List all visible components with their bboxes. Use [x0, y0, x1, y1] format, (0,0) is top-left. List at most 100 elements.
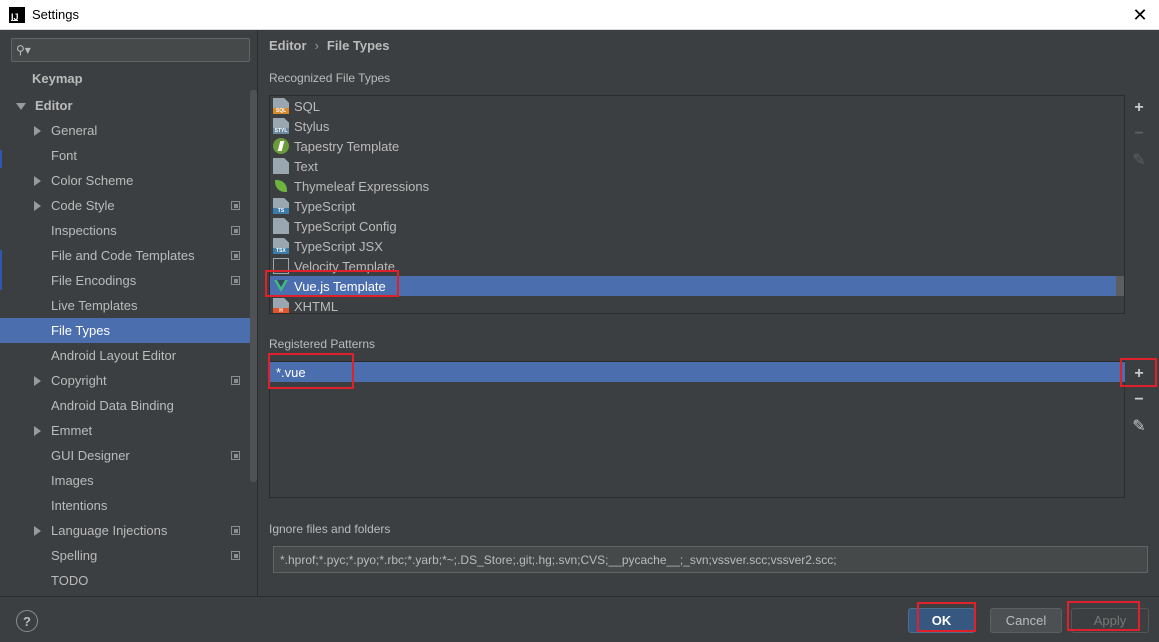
file-type-row[interactable]: TypeScript [270, 196, 1116, 216]
project-settings-icon [231, 226, 240, 235]
sidebar-item-editor[interactable]: Editor [0, 93, 250, 118]
vue-icon [273, 278, 289, 294]
sidebar-item-code-style[interactable]: Code Style [0, 193, 250, 218]
breadcrumb: Editor › File Types [269, 38, 390, 53]
expand-right-icon[interactable] [34, 526, 41, 536]
window-title: Settings [32, 7, 79, 22]
sidebar-scrollbar[interactable] [250, 90, 257, 482]
sidebar-item-todo[interactable]: TODO [0, 568, 250, 593]
file-type-row[interactable]: Tapestry Template [270, 136, 1116, 156]
add-pattern-button[interactable]: + [1128, 363, 1150, 385]
file-type-label: Stylus [294, 118, 330, 134]
apply-button[interactable]: Apply [1071, 608, 1149, 633]
sidebar-item-label: Intentions [51, 498, 108, 513]
expand-right-icon[interactable] [34, 201, 41, 211]
pattern-row[interactable]: *.vue [270, 362, 1125, 382]
sidebar-item-general[interactable]: General [0, 118, 250, 143]
sidebar-item-live-templates[interactable]: Live Templates [0, 293, 250, 318]
project-settings-icon [231, 451, 240, 460]
sidebar-item-label: Code Style [51, 198, 115, 213]
file-type-row[interactable]: Thymeleaf Expressions [270, 176, 1116, 196]
sidebar-item-label: Spelling [51, 548, 98, 563]
project-settings-icon [231, 251, 240, 260]
project-settings-icon [231, 551, 240, 560]
project-settings-icon [231, 376, 240, 385]
sidebar-item-copyright[interactable]: Copyright [0, 368, 250, 393]
project-settings-icon [231, 201, 240, 210]
expand-down-icon[interactable] [16, 103, 26, 110]
file-type-row[interactable]: Text [270, 156, 1116, 176]
sidebar-item-emmet[interactable]: Emmet [0, 418, 250, 443]
title-bar: IJ Settings ✕ [0, 0, 1159, 30]
file-type-label: XHTML [294, 298, 339, 314]
breadcrumb-current: File Types [326, 38, 390, 53]
sidebar-item-label: Copyright [51, 373, 107, 388]
sidebar-item-gui-designer[interactable]: GUI Designer [0, 443, 250, 468]
project-settings-icon [231, 276, 240, 285]
remove-file-type-button[interactable]: − [1128, 123, 1150, 145]
file-type-row[interactable]: XHTML [270, 296, 1116, 314]
settings-search[interactable]: ⚲▾ [11, 38, 250, 62]
sidebar-item-file-encodings[interactable]: File Encodings [0, 268, 250, 293]
sidebar-item-label: GUI Designer [51, 448, 130, 463]
file-type-label: Text [294, 158, 318, 174]
sidebar-item-label: Inspections [51, 223, 117, 238]
window-edge-accent [0, 150, 2, 168]
typescript-jsx-icon [273, 238, 289, 254]
sidebar-item-android-data-binding[interactable]: Android Data Binding [0, 393, 250, 418]
sidebar-item-label: Language Injections [51, 523, 168, 538]
text-file-icon [273, 158, 289, 174]
help-button[interactable]: ? [16, 610, 38, 632]
remove-pattern-button[interactable]: − [1128, 389, 1150, 411]
registered-patterns-label: Registered Patterns [269, 337, 376, 351]
file-type-label: SQL [294, 98, 321, 114]
sidebar-item-color-scheme[interactable]: Color Scheme [0, 168, 250, 193]
search-input[interactable] [34, 43, 249, 57]
sidebar-item-label: Android Data Binding [51, 398, 174, 413]
expand-right-icon[interactable] [34, 126, 41, 136]
sidebar-item-keymap[interactable]: Keymap [0, 66, 250, 91]
file-type-row[interactable]: SQL [270, 96, 1116, 116]
edit-pattern-button[interactable]: ✎ [1128, 415, 1150, 437]
cancel-button[interactable]: Cancel [990, 608, 1062, 633]
sidebar-item-file-and-code-templates[interactable]: File and Code Templates [0, 243, 250, 268]
patterns-toolbar: + − ✎ [1124, 363, 1154, 441]
add-file-type-button[interactable]: + [1128, 97, 1150, 119]
sidebar-item-images[interactable]: Images [0, 468, 250, 493]
app-icon-text: IJ [11, 11, 19, 22]
file-types-scrollbar[interactable] [1116, 276, 1124, 296]
sidebar-item-spelling[interactable]: Spelling [0, 543, 250, 568]
close-icon[interactable]: ✕ [1129, 4, 1151, 26]
intellij-app-icon: IJ [9, 6, 25, 23]
ok-button[interactable]: OK [908, 608, 975, 633]
file-type-row[interactable]: TypeScript Config [270, 216, 1116, 236]
tapestry-icon [273, 138, 289, 154]
sidebar-item-inspections[interactable]: Inspections [0, 218, 250, 243]
xhtml-file-icon [273, 298, 289, 313]
ignore-files-field[interactable]: *.hprof;*.pyc;*.pyo;*.rbc;*.yarb;*~;.DS_… [273, 546, 1148, 573]
window-edge-accent [0, 250, 2, 290]
dialog-button-bar: ? OK Cancel Apply [0, 596, 1159, 642]
ignore-files-label: Ignore files and folders [269, 522, 391, 536]
sidebar-item-label: Keymap [32, 71, 83, 86]
sidebar-item-language-injections[interactable]: Language Injections [0, 518, 250, 543]
project-settings-icon [231, 526, 240, 535]
sidebar-item-label: File Encodings [51, 273, 137, 288]
expand-right-icon[interactable] [34, 376, 41, 386]
file-type-row[interactable]: Velocity Template [270, 256, 1116, 276]
sidebar-item-font[interactable]: Font [0, 143, 250, 168]
sidebar-item-label: Live Templates [51, 298, 138, 313]
sidebar-item-intentions[interactable]: Intentions [0, 493, 250, 518]
sidebar-item-label: Font [51, 148, 78, 163]
sidebar-item-android-layout-editor[interactable]: Android Layout Editor [0, 343, 250, 368]
expand-right-icon[interactable] [34, 176, 41, 186]
file-type-row[interactable]: Vue.js Template [270, 276, 1116, 296]
file-type-row[interactable]: Stylus [270, 116, 1116, 136]
settings-tree: Keymap Editor General Font Color Scheme Code … [0, 66, 250, 596]
breadcrumb-parent[interactable]: Editor [269, 38, 307, 53]
file-type-row[interactable]: TypeScript JSX [270, 236, 1116, 256]
sidebar-item-label: Editor [35, 98, 73, 113]
sidebar-item-file-types[interactable]: File Types [0, 318, 250, 343]
edit-file-type-button[interactable]: ✎ [1128, 149, 1150, 171]
expand-right-icon[interactable] [34, 426, 41, 436]
